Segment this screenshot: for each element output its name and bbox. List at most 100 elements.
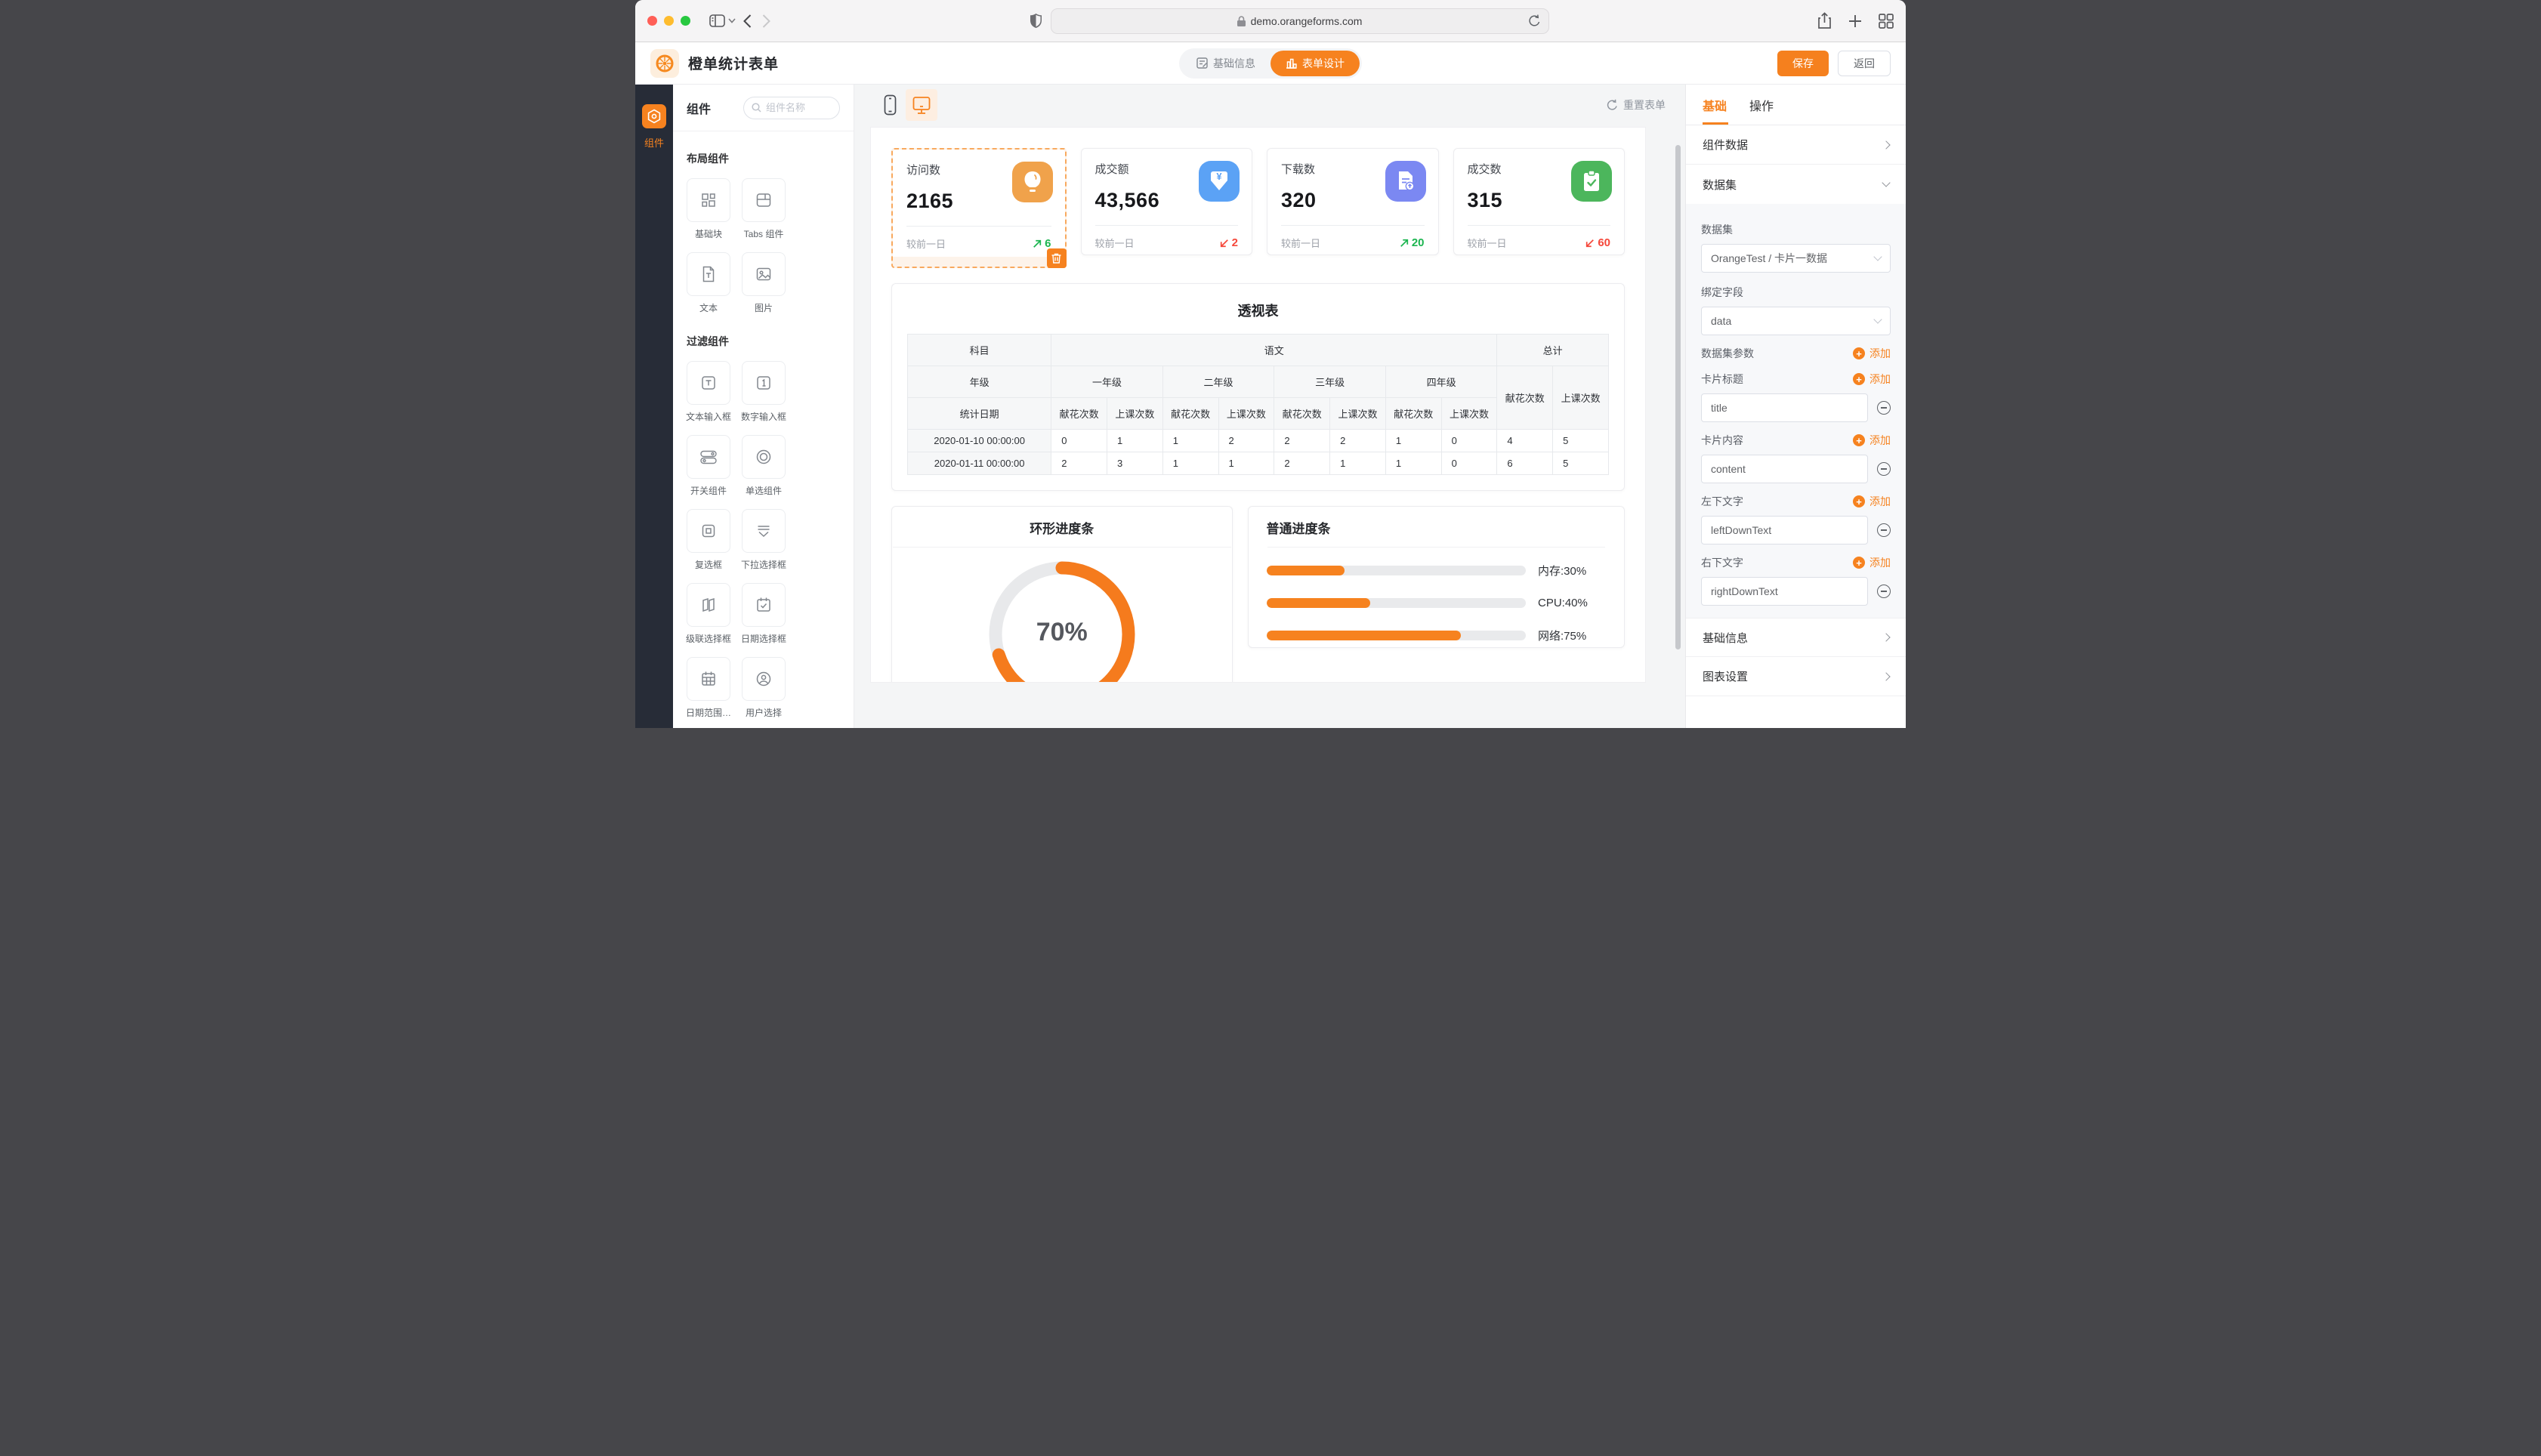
back-icon[interactable] — [743, 14, 752, 28]
component-item-number-input[interactable]: 数字输入框 — [742, 361, 786, 423]
tab-basic-info[interactable]: 基础信息 — [1181, 51, 1270, 76]
left-down-text-field[interactable] — [1701, 516, 1868, 544]
hexagon-nut-icon — [647, 109, 662, 124]
component-item-text[interactable]: 文本 — [687, 252, 730, 314]
dropdown-icon — [755, 522, 773, 540]
mobile-preview-button[interactable] — [874, 89, 906, 121]
app-logo — [650, 49, 679, 78]
component-item-basic-block[interactable]: 基础块 — [687, 178, 730, 240]
address-bar[interactable]: demo.orangeforms.com — [1051, 8, 1549, 34]
tabs-layout-icon — [755, 191, 773, 209]
share-icon[interactable] — [1817, 12, 1832, 29]
component-item-checkbox[interactable]: 复选框 — [687, 509, 730, 571]
monitor-icon — [912, 96, 931, 115]
radio-icon — [755, 448, 773, 466]
panel-title: 组件 — [687, 99, 711, 117]
dataset-label: 数据集 — [1701, 222, 1891, 237]
save-button[interactable]: 保存 — [1777, 51, 1829, 76]
back-button[interactable]: 返回 — [1838, 51, 1891, 76]
sidebar-toggle-icon[interactable] — [705, 10, 728, 32]
section-component-data[interactable]: 组件数据 — [1686, 125, 1906, 165]
component-item-cascade[interactable]: 级联选择框 — [687, 583, 730, 645]
canvas-scrollbar[interactable] — [1675, 145, 1681, 649]
minimize-window-button[interactable] — [664, 16, 674, 26]
add-card-title-button[interactable]: + 添加 — [1853, 372, 1891, 387]
checkbox-icon — [699, 522, 718, 540]
doc-upload-icon — [1385, 161, 1426, 202]
card-content-field[interactable] — [1701, 455, 1868, 483]
stat-card-downloads[interactable]: 下载数 320 较前一日 20 — [1267, 148, 1439, 255]
progress-title: 普通进度条 — [1267, 507, 1607, 547]
tab-actions[interactable]: 操作 — [1749, 96, 1774, 125]
progress-bars-component[interactable]: 普通进度条 内存:30% CPU:40% — [1248, 506, 1626, 648]
stat-card-revenue[interactable]: 成交额 43,566 ¥ 较前一日 2 — [1081, 148, 1253, 255]
text-input-icon — [699, 374, 718, 392]
remove-field-button[interactable] — [1877, 401, 1891, 415]
remove-field-button[interactable] — [1877, 462, 1891, 476]
zoom-window-button[interactable] — [681, 16, 690, 26]
add-dataset-param-button[interactable]: + 添加 — [1853, 346, 1891, 361]
component-item-text-input[interactable]: 文本输入框 — [687, 361, 730, 423]
right-down-text-field[interactable] — [1701, 577, 1868, 606]
bulb-icon — [1012, 162, 1053, 202]
component-item-radio[interactable]: 单选组件 — [742, 435, 786, 497]
close-window-button[interactable] — [647, 16, 657, 26]
desktop-preview-button[interactable] — [906, 89, 937, 121]
tab-form-design[interactable]: 表单设计 — [1270, 51, 1360, 76]
privacy-shield-icon[interactable] — [1030, 14, 1042, 28]
form-sheet: 访问数 2165 较前一日 6 — [870, 127, 1646, 683]
chevron-down-icon[interactable] — [728, 18, 736, 23]
remove-field-button[interactable] — [1877, 585, 1891, 598]
chevron-right-icon — [1882, 672, 1890, 680]
section-basic-info[interactable]: 基础信息 — [1686, 618, 1906, 657]
group-title-filter: 过滤组件 — [687, 334, 840, 349]
component-item-user-select[interactable]: 用户选择 — [742, 657, 786, 719]
add-right-down-text-button[interactable]: + 添加 — [1853, 555, 1891, 570]
reset-form-button[interactable]: 重置表单 — [1607, 97, 1666, 113]
delete-component-button[interactable] — [1047, 248, 1067, 268]
ring-progress-component[interactable]: 环形进度条 70% — [891, 506, 1233, 683]
dataset-select[interactable]: OrangeTest / 卡片一数据 — [1701, 244, 1891, 273]
search-input[interactable] — [766, 102, 829, 113]
component-item-switch[interactable]: 开关组件 — [687, 435, 730, 497]
section-dataset[interactable]: 数据集 — [1686, 165, 1906, 204]
remove-field-button[interactable] — [1877, 523, 1891, 537]
component-item-date-range[interactable]: 日期范围… — [687, 657, 730, 719]
stat-card-deals[interactable]: 成交数 315 较前一日 60 — [1453, 148, 1626, 255]
calendar-grid-icon — [699, 670, 718, 688]
add-left-down-text-button[interactable]: + 添加 — [1853, 494, 1891, 509]
pivot-table-component[interactable]: 透视表 科目 语文 总计 年级 一年级 二年级 — [891, 283, 1625, 491]
calendar-check-icon — [755, 596, 773, 614]
section-chart-settings[interactable]: 图表设置 — [1686, 657, 1906, 696]
bind-field-select[interactable]: data — [1701, 307, 1891, 335]
forward-icon[interactable] — [762, 14, 770, 28]
components-rail-item[interactable] — [642, 104, 666, 128]
component-search[interactable] — [743, 97, 840, 119]
component-panel: 组件 布局组件 基础块 Tabs 组件 文本 — [673, 85, 854, 728]
ring-title: 环形进度条 — [892, 507, 1232, 547]
ring-progress-chart: 70% — [983, 555, 1141, 683]
component-item-dropdown[interactable]: 下拉选择框 — [742, 509, 786, 571]
component-item-image[interactable]: 图片 — [742, 252, 786, 314]
component-item-tabs[interactable]: Tabs 组件 — [742, 178, 786, 240]
add-card-content-button[interactable]: + 添加 — [1853, 433, 1891, 448]
pivot-table: 科目 语文 总计 年级 一年级 二年级 三年级 四年级 献花次数 上课次数 — [907, 334, 1609, 475]
pivot-title: 透视表 — [907, 301, 1609, 320]
trend-indicator: 20 — [1400, 236, 1425, 249]
trend-arrow-icon — [1220, 239, 1229, 248]
reload-icon[interactable] — [1528, 14, 1541, 32]
trash-icon — [1051, 253, 1061, 264]
chevron-right-icon — [1882, 633, 1890, 641]
select-caret-icon — [1873, 315, 1882, 323]
tab-basic[interactable]: 基础 — [1703, 96, 1727, 125]
plus-icon: + — [1853, 373, 1865, 385]
yen-download-icon: ¥ — [1199, 161, 1240, 202]
component-item-date-picker[interactable]: 日期选择框 — [742, 583, 786, 645]
tab-overview-icon[interactable] — [1879, 14, 1894, 29]
plus-icon: + — [1853, 434, 1865, 446]
card-title-field[interactable] — [1701, 393, 1868, 422]
new-tab-icon[interactable] — [1848, 14, 1862, 28]
user-icon — [755, 670, 773, 688]
stat-card-visits-selected[interactable]: 访问数 2165 较前一日 6 — [891, 148, 1067, 268]
plus-icon: + — [1853, 347, 1865, 359]
